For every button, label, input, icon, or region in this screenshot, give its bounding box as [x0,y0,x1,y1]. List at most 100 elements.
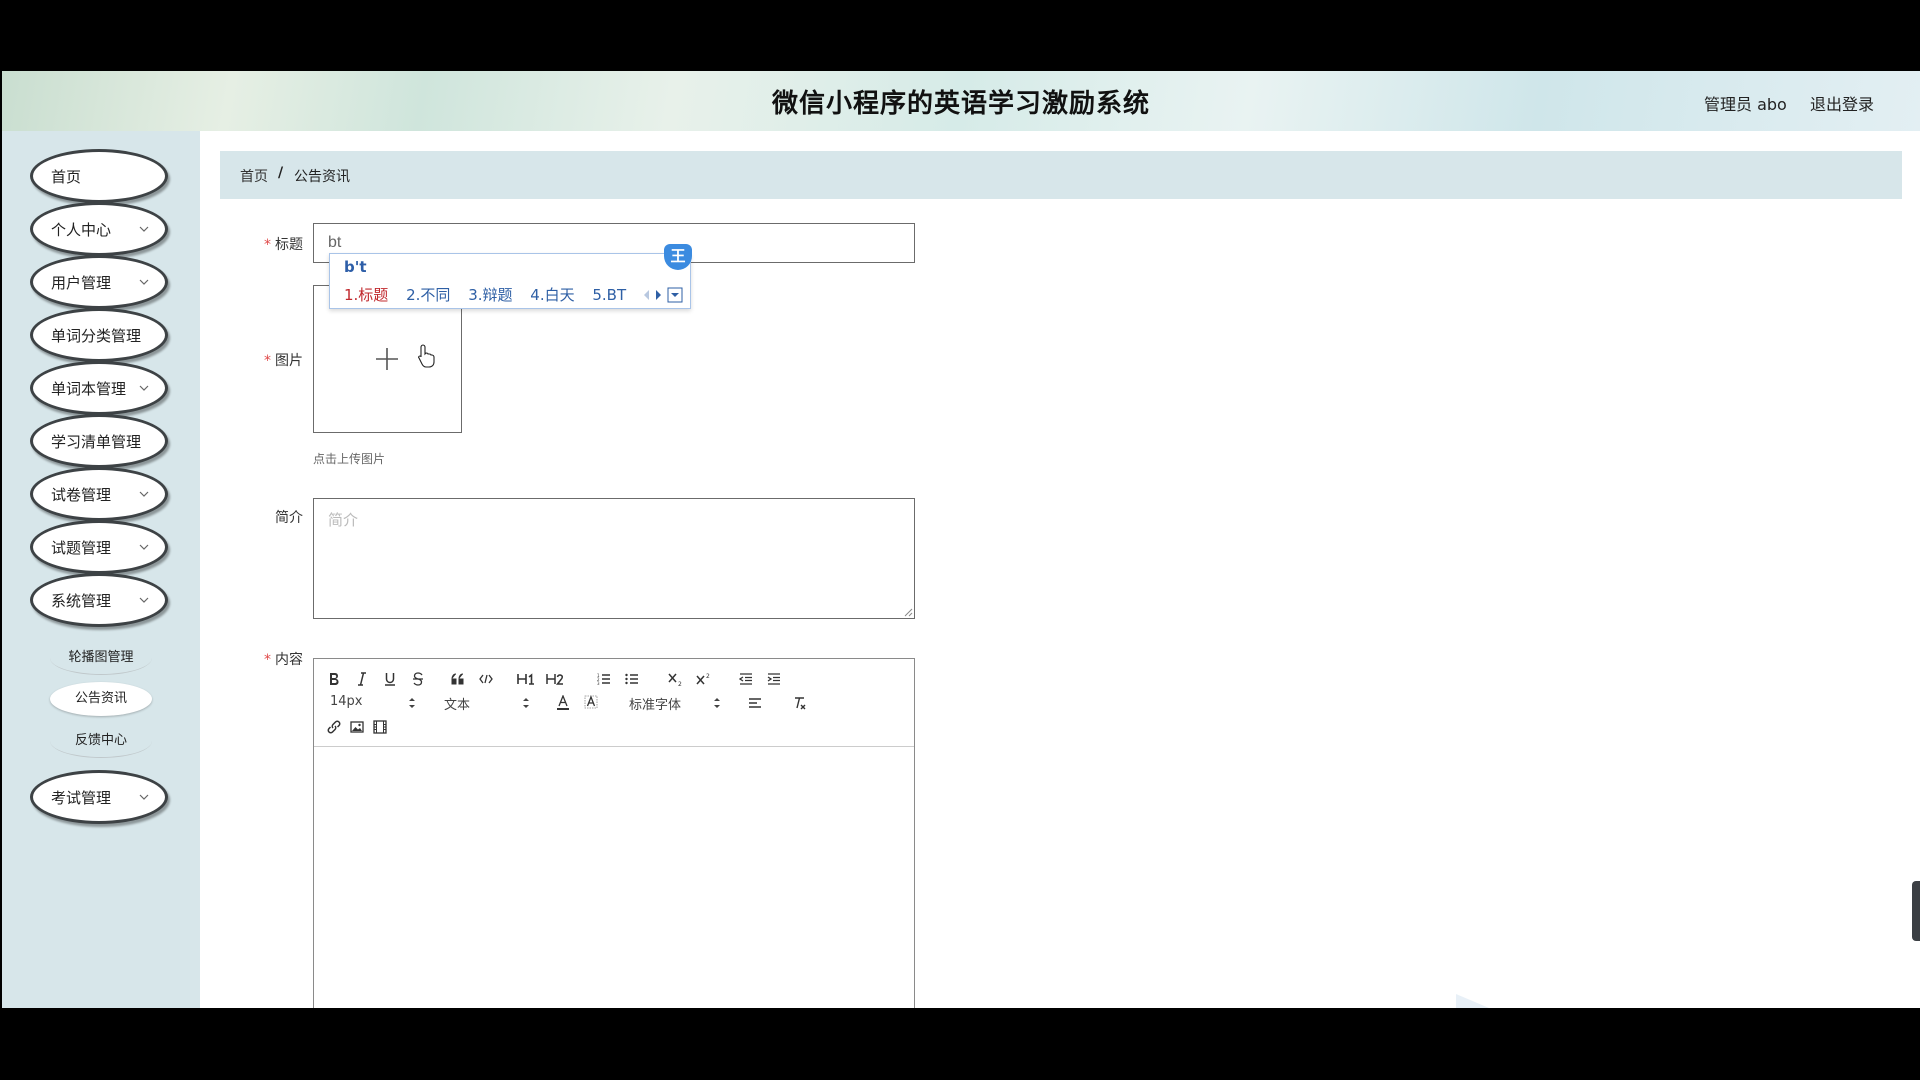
superscript-icon[interactable]: 2 [695,670,713,688]
menu-item-home[interactable]: 首页 [30,149,168,203]
resize-grip-icon[interactable] [903,607,913,617]
subscript-icon[interactable]: 2 [667,670,685,688]
menu-item-users[interactable]: 用户管理 [30,255,168,309]
menu-item-papers[interactable]: 试卷管理 [30,467,168,521]
ime-candidate[interactable]: 4.白天 [530,284,574,305]
background-color-icon[interactable] [583,694,599,712]
font-family-value: 标准字体 [629,698,682,713]
hand-cursor-icon [418,344,435,368]
ordered-list-icon[interactable]: 123 [596,670,612,688]
title-label: * 标题 [223,234,303,254]
menu-item-study-list[interactable]: 学习清单管理 [30,414,168,468]
ime-candidate[interactable]: 5.BT [592,286,626,304]
breadcrumb-home[interactable]: 首页 [240,166,268,186]
svg-text:2: 2 [706,673,710,680]
font-family-select[interactable]: 标准字体 [629,694,721,713]
menu-label: 系统管理 [51,592,112,610]
logout-link[interactable]: 退出登录 [1810,91,1874,115]
menu-label: 学习清单管理 [51,433,142,451]
menu-item-profile[interactable]: 个人中心 [30,202,168,256]
svg-text:3: 3 [597,681,600,685]
rich-text-editor: 123 2 2 14px 文本 标准字体 [313,658,915,1008]
watermark-logo-icon [1456,994,1489,1008]
menu-label: 试题管理 [51,539,112,557]
required-mark: * [264,652,271,668]
editor-toolbar: 123 2 2 14px 文本 标准字体 [314,659,914,747]
ime-composition: b't [344,258,367,276]
ime-candidate-list: 1.标题 2.不同 3.辩题 4.白天 5.BT [344,284,639,305]
system-title: 微信小程序的英语学习激励系统 [771,89,1150,119]
chevron-down-icon [137,380,151,394]
submenu-item-announcements[interactable]: 公告资讯 [50,682,152,716]
image-icon[interactable] [349,718,365,736]
menu-label: 首页 [51,168,82,186]
content-label-text: 内容 [275,652,303,668]
menu-label: 个人中心 [51,221,112,239]
h2-icon[interactable] [545,670,565,688]
ime-candidate[interactable]: 1.标题 [344,284,388,305]
intro-label-text: 简介 [275,510,303,526]
font-size-select[interactable]: 14px [330,694,420,712]
indent-icon[interactable] [766,670,782,688]
chevron-down-icon [137,592,151,606]
menu-label: 考试管理 [51,789,112,807]
font-color-icon[interactable] [555,694,571,712]
upload-hint: 点击上传图片 [313,452,386,466]
intro-textarea[interactable] [313,498,915,619]
title-label-text: 标题 [275,237,303,253]
menu-item-questions[interactable]: 试题管理 [30,520,168,574]
ime-candidate[interactable]: 3.辩题 [468,284,512,305]
menu-item-exams[interactable]: 考试管理 [30,770,168,824]
chevron-down-icon [137,789,151,803]
menu-label: 单词本管理 [51,380,127,398]
select-arrows-icon [714,698,720,708]
video-icon[interactable] [372,718,388,736]
chevron-down-icon [137,539,151,553]
bullet-list-icon[interactable] [624,670,640,688]
outdent-icon[interactable] [738,670,754,688]
ime-page-nav-icon[interactable] [640,287,684,303]
menu-item-system[interactable]: 系统管理 [30,573,168,627]
screen: 微信小程序的英语学习激励系统 管理员 abo 退出登录 首页 个人中心 用户管理… [0,0,1920,1080]
breadcrumb-separator: / [278,165,284,181]
font-size-value: 14px [330,694,363,709]
submenu-label: 轮播图管理 [68,650,134,665]
menu-label: 单词分类管理 [51,327,142,345]
select-arrows-icon [409,698,415,708]
align-icon[interactable] [747,694,763,712]
chevron-down-icon [137,274,151,288]
clear-format-icon[interactable] [792,694,808,712]
editor-content-area[interactable] [314,748,914,1008]
submenu-item-carousel[interactable]: 轮播图管理 [50,641,152,675]
link-icon[interactable] [326,718,342,736]
side-collapse-tab[interactable] [1912,881,1920,941]
sidebar: 首页 个人中心 用户管理 单词分类管理 单词本管理 学习清单管理 试卷管理 试题… [2,131,200,1008]
block-format-select[interactable]: 文本 [444,694,534,713]
required-mark: * [264,237,271,253]
intro-label: 简介 [223,507,303,527]
chevron-down-icon [137,221,151,235]
required-mark: * [264,353,271,369]
block-format-value: 文本 [444,698,471,713]
submenu-label: 反馈中心 [74,733,127,748]
menu-label: 用户管理 [51,274,112,292]
submenu-item-feedback[interactable]: 反馈中心 [50,724,152,758]
app-window: 微信小程序的英语学习激励系统 管理员 abo 退出登录 首页 个人中心 用户管理… [2,71,1920,1008]
plus-icon [376,348,398,370]
h1-icon[interactable] [516,670,536,688]
admin-name: 管理员 abo [1704,95,1787,114]
image-label: * 图片 [223,350,303,370]
breadcrumb-current: 公告资讯 [294,169,350,185]
bold-icon[interactable] [326,670,342,688]
strikethrough-icon[interactable] [410,670,426,688]
menu-item-wordbook[interactable]: 单词本管理 [30,361,168,415]
ime-candidate-popup: b't 1.标题 2.不同 3.辩题 4.白天 5.BT 王 [329,244,692,309]
code-icon[interactable] [478,670,494,688]
quote-icon[interactable] [450,670,466,688]
italic-icon[interactable] [354,670,370,688]
ime-candidate[interactable]: 2.不同 [406,284,450,305]
top-header: 微信小程序的英语学习激励系统 管理员 abo 退出登录 [2,71,1920,131]
underline-icon[interactable] [382,670,398,688]
menu-item-word-category[interactable]: 单词分类管理 [30,308,168,362]
content-label: * 内容 [223,649,303,669]
